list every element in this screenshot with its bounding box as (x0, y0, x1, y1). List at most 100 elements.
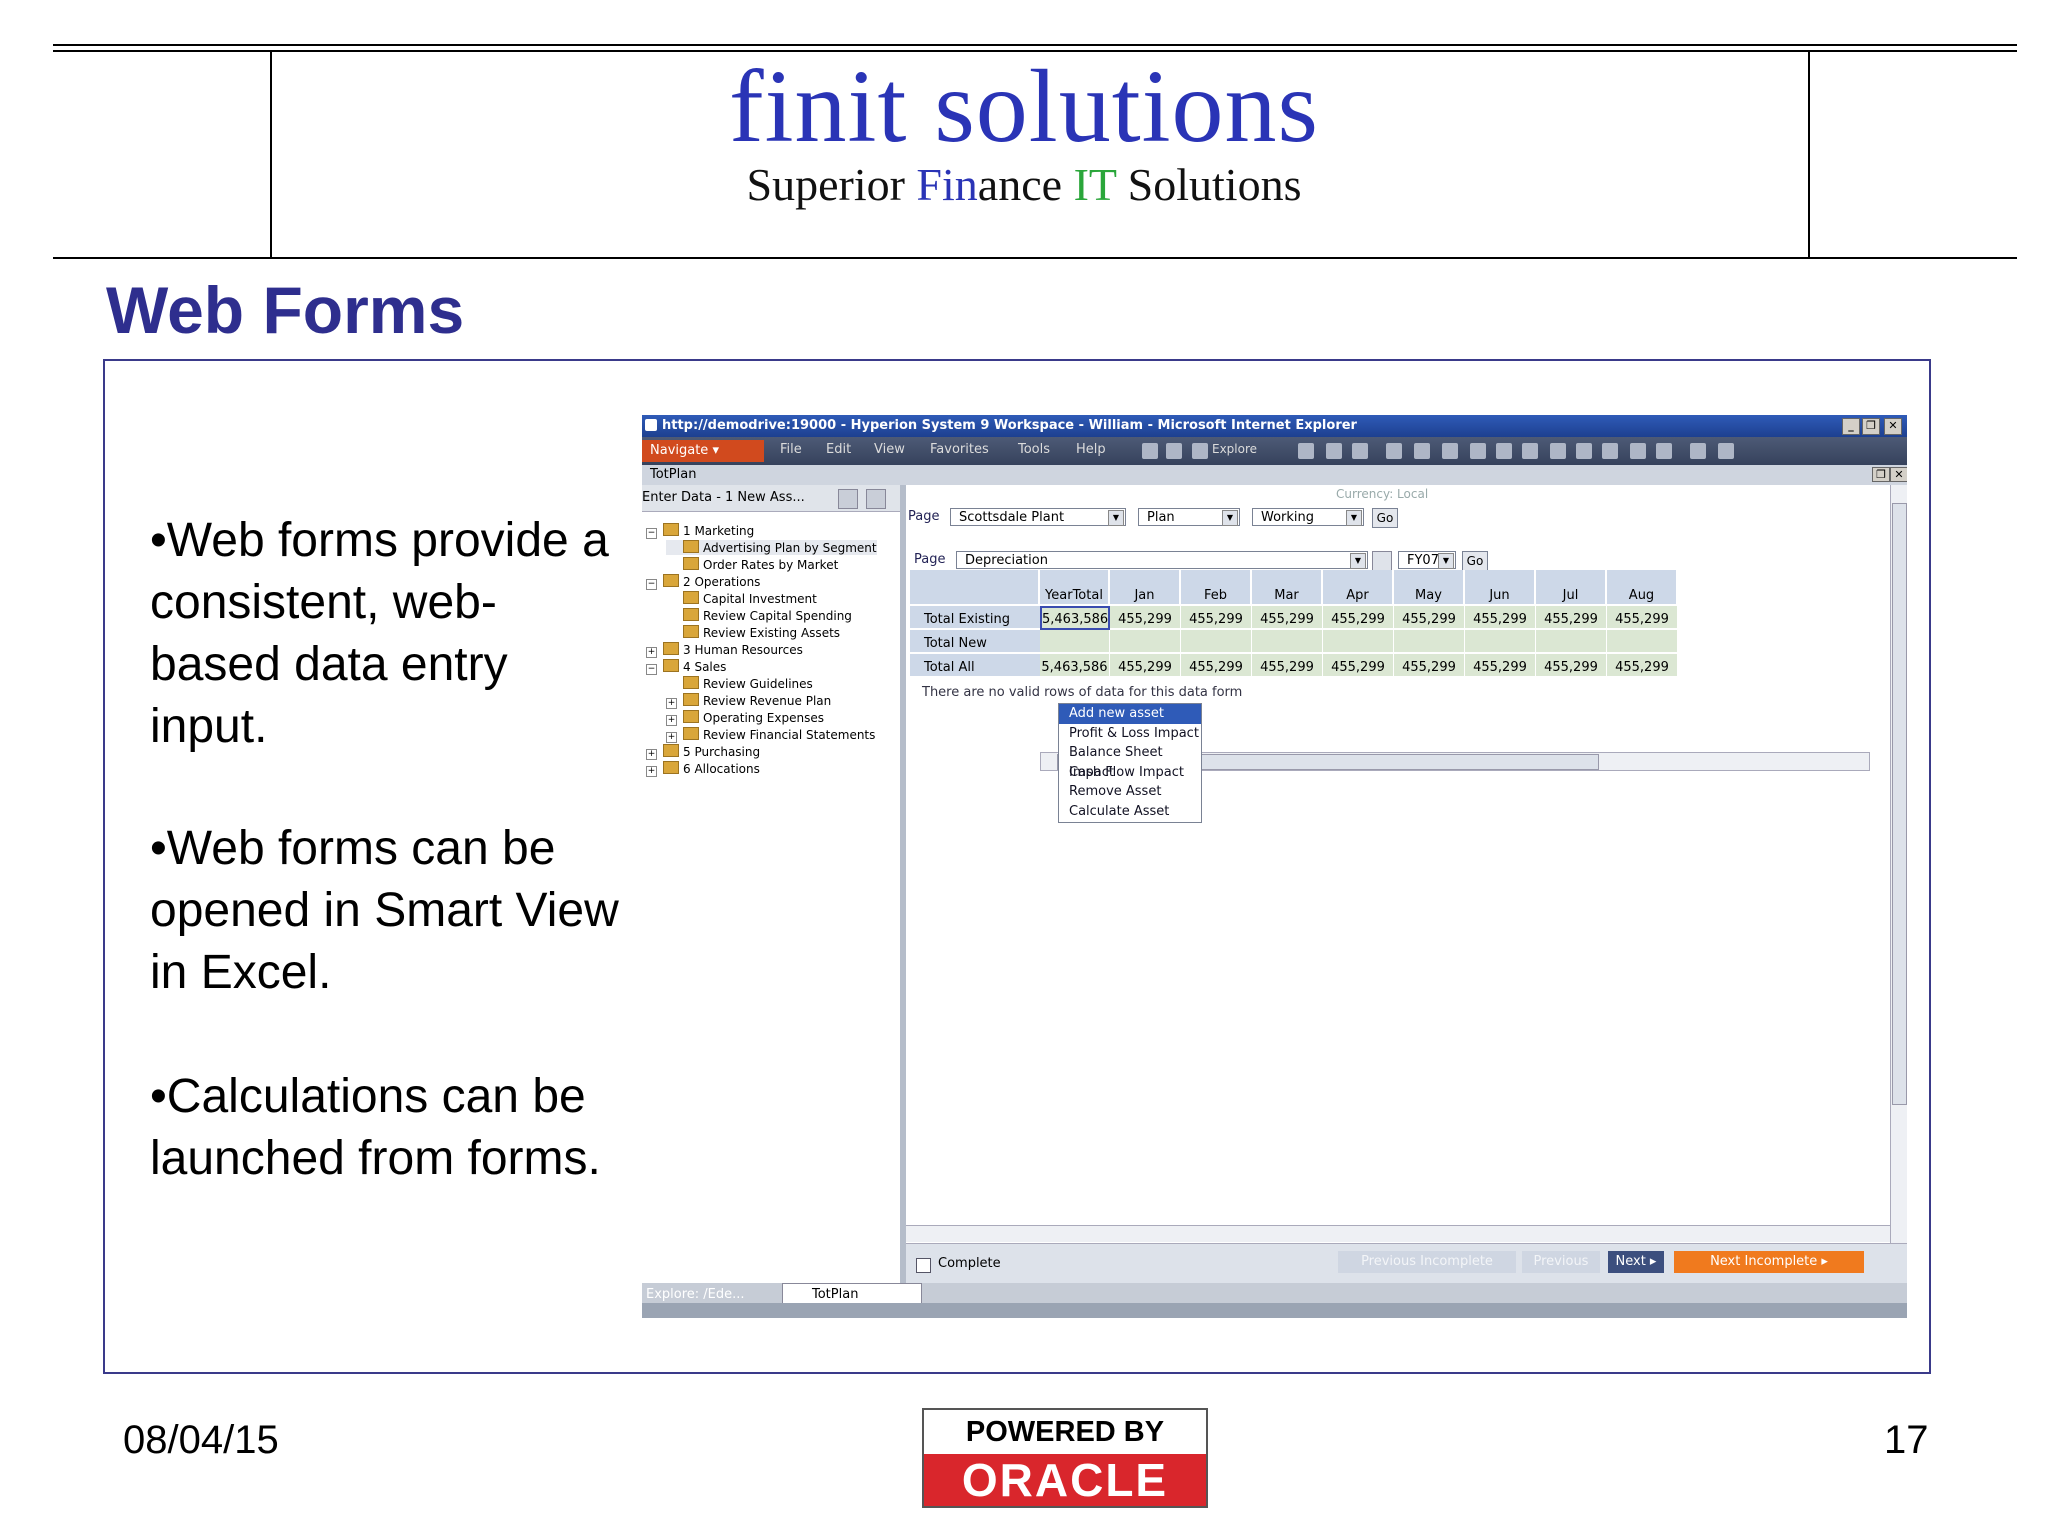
previous-button[interactable]: Previous (1522, 1251, 1600, 1273)
grid-cell[interactable] (1536, 630, 1607, 654)
grid-cell[interactable] (1181, 630, 1252, 654)
tree-item[interactable]: +3 Human Resources (646, 642, 803, 658)
expand-icon[interactable]: + (646, 647, 657, 658)
grid-cell[interactable] (1323, 630, 1394, 654)
calc-icon[interactable] (1602, 443, 1618, 459)
spell-icon[interactable] (1550, 443, 1566, 459)
tree-item[interactable]: Review Guidelines (666, 676, 813, 691)
column-header[interactable]: Jan (1110, 570, 1181, 606)
form-hscrollbar[interactable] (906, 1225, 1890, 1242)
spread-icon[interactable] (1442, 443, 1458, 459)
refresh-icon[interactable] (1326, 443, 1342, 459)
tree-item[interactable]: +6 Allocations (646, 761, 760, 777)
tree-item[interactable]: + Review Financial Statements (666, 727, 875, 743)
expand-icon[interactable]: + (646, 766, 657, 777)
grid-cell[interactable] (1040, 630, 1110, 654)
form-vscrollbar[interactable] (1890, 485, 1907, 1245)
explore-label[interactable]: Explore (1212, 442, 1257, 456)
tab-totplan[interactable]: TotPlan (650, 465, 696, 485)
tree-item[interactable]: Review Existing Assets (666, 625, 840, 640)
adjust-icon[interactable] (1414, 443, 1430, 459)
collapse-icon[interactable]: − (646, 528, 657, 539)
tree-item[interactable]: − 2 Operations (646, 574, 760, 590)
print-icon[interactable] (1352, 443, 1368, 459)
complete-checkbox[interactable] (916, 1258, 931, 1273)
expand-icon[interactable]: + (666, 698, 677, 709)
tree-item[interactable]: +5 Purchasing (646, 744, 760, 760)
minimize-icon[interactable]: _ (1842, 418, 1860, 435)
menu-file[interactable]: File (780, 442, 802, 457)
grid-cell[interactable]: 455,299 (1181, 654, 1252, 678)
grid-cell[interactable]: 455,299 (1465, 606, 1536, 630)
grid-cell[interactable]: 455,299 (1110, 654, 1181, 678)
menu-tools[interactable]: Tools (1018, 442, 1050, 457)
lock-cell-icon[interactable] (1576, 443, 1592, 459)
context-menu-item[interactable]: Calculate Asset (1059, 802, 1201, 822)
grid-cell[interactable]: 455,299 (1181, 606, 1252, 630)
column-header[interactable]: Jun (1465, 570, 1536, 606)
form-vscroll-thumb[interactable] (1892, 503, 1907, 1105)
expand-icon[interactable]: + (646, 749, 657, 760)
grid-cell[interactable]: 5,463,586 (1040, 654, 1110, 678)
version-select[interactable]: Working ▼ (1252, 508, 1364, 526)
navigate-button[interactable]: Navigate ▾ (642, 440, 764, 462)
tree-item[interactable]: − 4 Sales (646, 659, 726, 675)
column-header[interactable]: YearTotal (1040, 570, 1110, 606)
account-select[interactable]: Depreciation ▼ (956, 551, 1368, 569)
context-menu-item[interactable]: Balance Sheet Impact (1059, 743, 1201, 780)
context-menu-item[interactable]: Cash Flow Impact (1059, 763, 1201, 783)
grid-cell[interactable] (1110, 630, 1181, 654)
go-button-1[interactable]: Go (1372, 508, 1398, 528)
context-menu-item[interactable]: Profit & Loss Impact (1059, 724, 1201, 744)
save-icon[interactable] (1298, 443, 1314, 459)
pencil-icon[interactable] (1386, 443, 1402, 459)
year-select[interactable]: FY07 ▼ (1398, 551, 1456, 569)
grid-cell[interactable]: 455,299 (1394, 654, 1465, 678)
restore-pane-icon[interactable]: ❐ (1872, 467, 1890, 482)
tree-item[interactable]: Capital Investment (666, 591, 817, 606)
doc-icon[interactable] (1630, 443, 1646, 459)
validate-icon[interactable] (1656, 443, 1672, 459)
edit-icon[interactable] (866, 489, 886, 509)
explore-icon[interactable] (1192, 443, 1208, 459)
tree-item[interactable]: − 1 Marketing (646, 523, 754, 539)
collapse-icon[interactable]: − (646, 664, 657, 675)
grid-cell[interactable]: 455,299 (1323, 606, 1394, 630)
menu-view[interactable]: View (874, 442, 905, 457)
next-button[interactable]: Next ▸ (1608, 1251, 1664, 1273)
grid-cell[interactable]: 455,299 (1536, 654, 1607, 678)
close-icon[interactable]: ✕ (1884, 418, 1902, 435)
row-header[interactable]: Total All (910, 654, 1040, 678)
column-header[interactable]: Feb (1181, 570, 1252, 606)
tree-item[interactable]: Order Rates by Market (666, 557, 838, 572)
grid-cell[interactable]: 455,299 (1323, 654, 1394, 678)
tree-item[interactable]: Advertising Plan by Segment (666, 540, 877, 555)
grid-cell[interactable]: 455,299 (1536, 606, 1607, 630)
status-tab-totplan[interactable]: TotPlan (812, 1287, 858, 1302)
help-icon[interactable] (1718, 443, 1734, 459)
grid-cell[interactable] (1607, 630, 1678, 654)
pin-icon[interactable] (838, 489, 858, 509)
grid-cell[interactable]: 455,299 (1607, 654, 1678, 678)
previous-incomplete-button[interactable]: Previous Incomplete (1338, 1251, 1516, 1273)
grid-cell[interactable]: 455,299 (1252, 606, 1323, 630)
grid-cell[interactable]: 455,299 (1252, 654, 1323, 678)
grid-cell[interactable] (1394, 630, 1465, 654)
menu-help[interactable]: Help (1076, 442, 1106, 457)
grid-cell[interactable] (1465, 630, 1536, 654)
status-tab-explore[interactable]: Explore: /Ede... (646, 1287, 745, 1302)
cut-icon[interactable] (1470, 443, 1486, 459)
close-pane-icon[interactable]: ✕ (1890, 467, 1907, 482)
entity-select[interactable]: Scottsdale Plant ▼ (950, 508, 1126, 526)
grid-cell[interactable]: 455,299 (1394, 606, 1465, 630)
grid-cell[interactable]: 5,463,586 (1040, 606, 1110, 630)
go-button-2[interactable]: Go (1462, 551, 1488, 571)
expand-icon[interactable]: + (666, 715, 677, 726)
context-menu-item[interactable]: Remove Asset (1059, 782, 1201, 802)
scenario-select[interactable]: Plan ▼ (1138, 508, 1240, 526)
copy-icon[interactable] (1496, 443, 1512, 459)
column-header[interactable]: Jul (1536, 570, 1607, 606)
column-header[interactable]: Mar (1252, 570, 1323, 606)
tree-item[interactable]: + Review Revenue Plan (666, 693, 831, 709)
collapse-icon[interactable]: − (646, 579, 657, 590)
